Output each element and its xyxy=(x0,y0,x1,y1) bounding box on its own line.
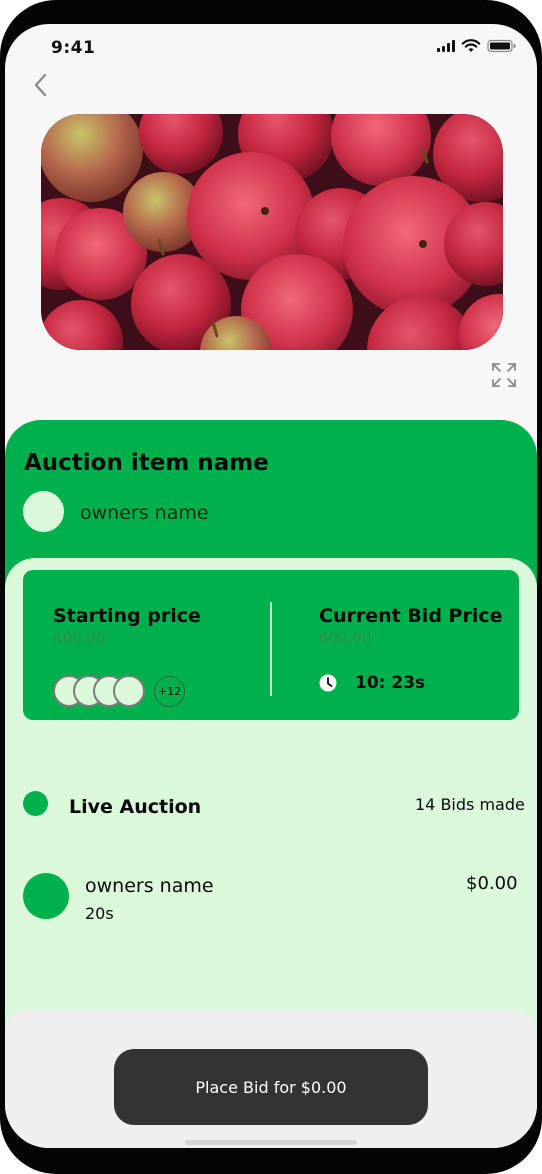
status-time: 9:41 xyxy=(51,38,96,58)
bid-amount: $0.00 xyxy=(466,873,518,894)
battery-icon xyxy=(487,39,517,53)
back-button[interactable] xyxy=(27,70,55,100)
current-bid-value: 600.00 xyxy=(319,629,372,647)
live-auction-label: Live Auction xyxy=(69,796,202,818)
countdown-timer: 10: 23s xyxy=(355,673,426,693)
home-indicator xyxy=(185,1140,357,1145)
chevron-left-icon xyxy=(34,73,47,97)
status-icons xyxy=(437,38,517,54)
signal-icon xyxy=(437,40,455,52)
live-indicator xyxy=(23,791,48,816)
starting-price-value: 400.00 xyxy=(53,629,106,647)
clock-icon xyxy=(319,674,337,692)
place-bid-button[interactable]: Place Bid for $0.00 xyxy=(114,1049,428,1125)
auction-item-image xyxy=(41,114,503,350)
item-title: Auction item name xyxy=(24,450,269,476)
price-divider xyxy=(270,602,272,696)
owner-name[interactable]: owners name xyxy=(80,502,209,524)
expand-icon[interactable] xyxy=(491,362,517,388)
starting-price-label: Starting price xyxy=(53,605,201,627)
app-screen: 9:41 Auction item name owners name Start… xyxy=(5,24,537,1148)
phone-frame: 9:41 Auction item name owners name Start… xyxy=(0,0,542,1174)
current-bid-label: Current Bid Price xyxy=(319,605,503,627)
bidder-avatar[interactable] xyxy=(23,873,69,919)
bid-count: 14 Bids made xyxy=(415,795,525,814)
bidder-name: owners name xyxy=(85,875,214,897)
bidder-avatar xyxy=(113,675,145,707)
wifi-icon xyxy=(461,39,481,53)
more-bidders-badge[interactable]: +12 xyxy=(154,676,185,707)
bidder-avatars[interactable] xyxy=(53,675,153,707)
bid-time: 20s xyxy=(85,904,114,923)
owner-avatar[interactable] xyxy=(23,491,64,532)
